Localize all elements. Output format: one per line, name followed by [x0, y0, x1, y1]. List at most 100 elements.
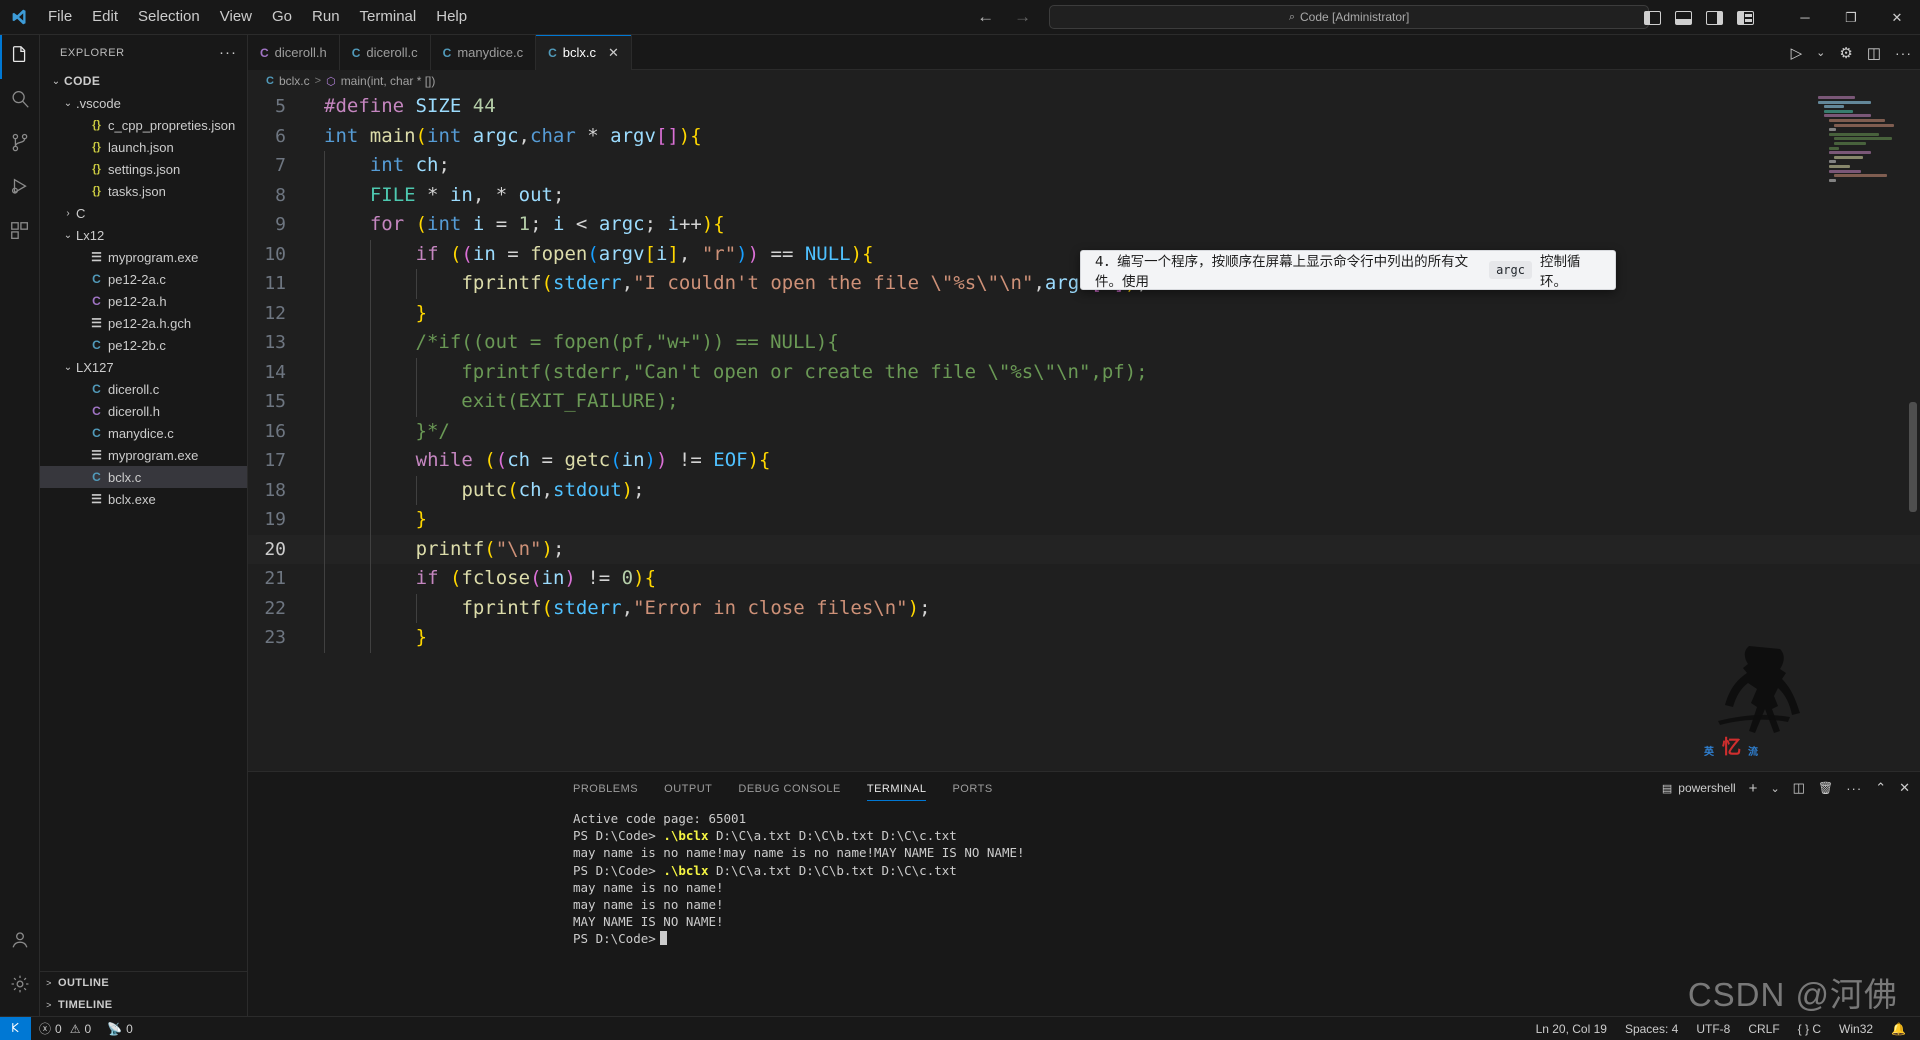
- active-terminal-name[interactable]: ▤ powershell: [1662, 781, 1736, 795]
- tree-file-bclx.c[interactable]: Cbclx.c: [40, 466, 247, 488]
- tree-file-pe12-2a.h.gch[interactable]: ☰ pe12-2a.h.gch: [40, 312, 247, 334]
- minimize-button[interactable]: ─: [1782, 0, 1828, 35]
- tree-file-diceroll.h[interactable]: Cdiceroll.h: [40, 400, 247, 422]
- close-icon[interactable]: ✕: [608, 45, 619, 61]
- terminal-text: PS D:\Code>: [573, 931, 656, 947]
- code-editor[interactable]: 5 #define SIZE 44 6 int main(int argc,char …: [248, 92, 1920, 771]
- menu-help[interactable]: Help: [426, 5, 477, 29]
- tree-file-launch.json[interactable]: {} launch.json: [40, 136, 247, 158]
- activity-item-explorer[interactable]: [0, 35, 40, 79]
- panel-tab-output[interactable]: OUTPUT: [664, 776, 712, 801]
- breadcrumb-file[interactable]: bclx.c: [279, 74, 310, 88]
- panel-tab-ports[interactable]: PORTS: [952, 776, 992, 801]
- tree-file-pe12-2b.c[interactable]: Cpe12-2b.c: [40, 334, 247, 356]
- menu-edit[interactable]: Edit: [82, 5, 128, 29]
- code-line-8: 8 FILE * in, * out;: [248, 180, 1920, 210]
- activity-item-manage[interactable]: [0, 964, 40, 1008]
- activity-item-extensions[interactable]: [0, 211, 40, 255]
- code-line-5: 5 #define SIZE 44: [248, 92, 1920, 122]
- exe-file-icon: ☰: [91, 448, 102, 462]
- tree-file-tasks.json[interactable]: {} tasks.json: [40, 180, 247, 202]
- activity-item-source-control[interactable]: [0, 123, 40, 167]
- tree-folder-Lx12[interactable]: ⌄ Lx12: [40, 224, 247, 246]
- line-number: 16: [264, 420, 286, 442]
- notifications-bell-icon[interactable]: 🔔: [1882, 1017, 1920, 1040]
- split-editor-right-icon[interactable]: ◫: [1867, 44, 1881, 62]
- tree-file-pe12-2a.h[interactable]: Cpe12-2a.h: [40, 290, 247, 312]
- tree-item-label: pe12-2a.h: [108, 293, 167, 309]
- command-center[interactable]: ⌕ Code [Administrator]: [1049, 5, 1650, 29]
- tree-folder-CODE[interactable]: ⌄ CODE: [40, 70, 247, 92]
- editor-tab-diceroll.h[interactable]: Cdiceroll.h: [248, 35, 340, 70]
- tree-folder-LX127[interactable]: ⌄ LX127: [40, 356, 247, 378]
- status-platform[interactable]: Win32: [1830, 1017, 1882, 1040]
- close-button[interactable]: ✕: [1874, 0, 1920, 35]
- menu-go[interactable]: Go: [262, 5, 302, 29]
- panel-tab-debug-console[interactable]: DEBUG CONSOLE: [738, 776, 840, 801]
- tree-folder-.vscode[interactable]: ⌄ .vscode: [40, 92, 247, 114]
- tree-file-c_cpp_propreties.json[interactable]: {} c_cpp_propreties.json: [40, 114, 247, 136]
- tree-folder-C[interactable]: › C: [40, 202, 247, 224]
- run-code-button[interactable]: ▷: [1791, 44, 1803, 62]
- tree-file-myprogram.exe[interactable]: ☰ myprogram.exe: [40, 246, 247, 268]
- status-language-mode[interactable]: { } C: [1789, 1017, 1830, 1040]
- more-actions-icon[interactable]: ···: [1895, 45, 1912, 61]
- minimap[interactable]: [1818, 92, 1898, 771]
- tree-file-settings.json[interactable]: {} settings.json: [40, 158, 247, 180]
- status-indentation[interactable]: Spaces: 4: [1616, 1017, 1687, 1040]
- terminal-output[interactable]: Active code page: 65001 PS D:\Code> .\bcl…: [248, 804, 1920, 1016]
- maximize-panel-icon[interactable]: ⌃: [1875, 780, 1886, 796]
- status-problems[interactable]: ⓧ 0 ⚠ 0: [31, 1017, 99, 1040]
- panel-tab-terminal[interactable]: TERMINAL: [866, 776, 927, 801]
- sidebar-section-outline[interactable]: > OUTLINE: [40, 972, 247, 994]
- tree-file-pe12-2a.c[interactable]: Cpe12-2a.c: [40, 268, 247, 290]
- terminal-profile-chevron-icon[interactable]: ⌄: [1770, 782, 1779, 795]
- menu-terminal[interactable]: Terminal: [350, 5, 427, 29]
- tree-file-manydice.c[interactable]: Cmanydice.c: [40, 422, 247, 444]
- close-panel-icon[interactable]: ✕: [1899, 780, 1910, 796]
- breadcrumb-symbol[interactable]: main(int, char * []): [341, 74, 436, 88]
- panel-tab-problems[interactable]: PROBLEMS: [573, 776, 638, 801]
- activity-item-accounts[interactable]: [0, 920, 40, 964]
- tree-file-myprogram.exe[interactable]: ☰ myprogram.exe: [40, 444, 247, 466]
- remote-window-indicator[interactable]: [0, 1016, 31, 1040]
- menu-file[interactable]: File: [38, 5, 82, 29]
- forward-arrow-icon[interactable]: →: [1014, 7, 1031, 27]
- tree-file-bclx.exe[interactable]: ☰ bclx.exe: [40, 488, 247, 510]
- settings-gear-icon[interactable]: ⚙: [1839, 44, 1852, 62]
- activity-item-search[interactable]: [0, 79, 40, 123]
- toggle-panel-icon[interactable]: [1675, 10, 1692, 25]
- code-line-text: putc(ch,stdout);: [304, 475, 645, 505]
- run-options-chevron-icon[interactable]: ⌄: [1816, 46, 1825, 59]
- customize-layout-icon[interactable]: [1737, 10, 1754, 25]
- split-terminal-button[interactable]: ◫: [1793, 780, 1805, 796]
- kill-terminal-button[interactable]: 🗑: [1818, 781, 1833, 795]
- panel-more-actions-icon[interactable]: ···: [1846, 781, 1862, 796]
- code-line-text: /*if((out = fopen(pf,"w+")) == NULL){: [304, 328, 839, 358]
- back-arrow-icon[interactable]: ←: [977, 7, 994, 27]
- editor-scrollbar-thumb[interactable]: [1909, 402, 1917, 512]
- status-eol[interactable]: CRLF: [1739, 1017, 1788, 1040]
- line-number: 20: [264, 538, 286, 560]
- toggle-primary-sidebar-icon[interactable]: [1644, 10, 1661, 25]
- sidebar-more-actions-icon[interactable]: ···: [219, 44, 237, 61]
- menu-run[interactable]: Run: [302, 5, 350, 29]
- editor-tab-bclx.c[interactable]: Cbclx.c ✕: [536, 35, 632, 70]
- chevron-right-icon: >: [46, 978, 52, 988]
- tree-file-diceroll.c[interactable]: Cdiceroll.c: [40, 378, 247, 400]
- status-editor-position[interactable]: Ln 20, Col 19: [1527, 1017, 1616, 1040]
- editor-tab-manydice.c[interactable]: Cmanydice.c: [430, 35, 537, 70]
- activity-item-run-and-debug[interactable]: [0, 167, 40, 211]
- sidebar-section-timeline[interactable]: > TIMELINE: [40, 994, 247, 1016]
- terminal-cursor: [659, 931, 667, 946]
- editor-action-buttons: ▷ ⌄ ⚙ ◫ ···: [1791, 35, 1912, 70]
- c-file-icon: C: [351, 45, 361, 60]
- toggle-secondary-sidebar-icon[interactable]: [1706, 10, 1723, 25]
- editor-tab-diceroll.c[interactable]: Cdiceroll.c: [339, 35, 431, 70]
- new-terminal-button[interactable]: +: [1749, 780, 1758, 797]
- menu-view[interactable]: View: [210, 5, 262, 29]
- status-ports[interactable]: 📡 0: [99, 1017, 141, 1040]
- menu-selection[interactable]: Selection: [128, 5, 210, 29]
- status-encoding[interactable]: UTF-8: [1687, 1017, 1739, 1040]
- maximize-button[interactable]: ❐: [1828, 0, 1874, 35]
